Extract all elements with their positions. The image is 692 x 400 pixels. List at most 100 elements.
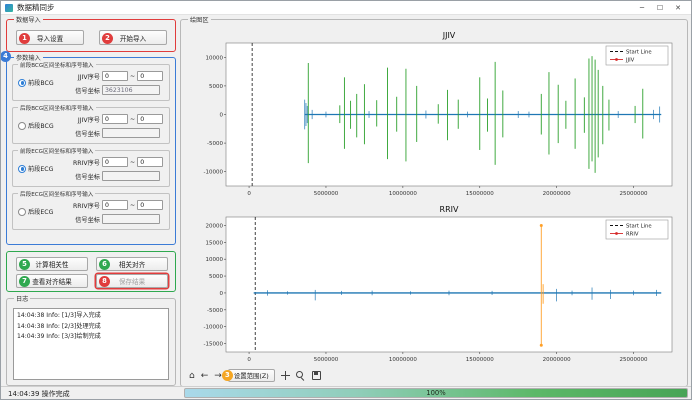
save-figure-icon[interactable] [312, 371, 321, 380]
svg-text:10000: 10000 [206, 257, 224, 263]
svg-text:-5000: -5000 [207, 308, 223, 314]
minimize-button[interactable]: ─ [633, 1, 651, 14]
step-badge-2: 2 [102, 33, 113, 44]
svg-text:0: 0 [247, 357, 251, 363]
section-title: 前段BCG区间坐标和序号输入 [18, 61, 96, 69]
seq-end-input[interactable] [137, 114, 163, 124]
radio-bcg-front[interactable]: 前段BCG [18, 78, 54, 87]
back-icon[interactable]: ← [201, 370, 209, 382]
view-align-result-label: 查看对齐结果 [32, 276, 72, 286]
radio-indicator[interactable] [18, 122, 26, 130]
plot-toolbar: ⌂ ← → 3 设置范围(Z) [189, 368, 321, 383]
log-list[interactable]: 14:04:38 Info: [1/3]导入完成 14:04:38 Info: … [13, 308, 169, 380]
svg-text:25000000: 25000000 [620, 191, 648, 197]
maximize-button[interactable]: ☐ [651, 1, 669, 14]
save-result-button[interactable]: 8 保存结果 [96, 274, 168, 288]
import-settings-button[interactable]: 1 导入设置 [16, 30, 84, 45]
step-badge-8: 8 [99, 276, 110, 287]
log-group-label: 日志 [14, 294, 30, 303]
coord-input[interactable] [102, 214, 160, 224]
radio-bcg-rear[interactable]: 后段BCG [18, 121, 54, 130]
seq-start-input[interactable] [102, 71, 128, 81]
tilde: ~ [130, 116, 135, 123]
jjiv-chart: 0500000010000000150000002000000025000000… [188, 28, 680, 200]
tilde: ~ [130, 202, 135, 209]
svg-text:15000000: 15000000 [466, 357, 494, 363]
radio-ecg-rear[interactable]: 后段ECG [18, 207, 53, 216]
svg-text:5000: 5000 [209, 84, 223, 90]
seq-start-input[interactable] [102, 114, 128, 124]
radio-label: 前段ECG [28, 164, 53, 173]
log-line: 14:04:38 Info: [2/3]处理完成 [17, 322, 165, 333]
plot-area-label: 绘图区 [188, 15, 211, 24]
coord-label: 信号坐标 [69, 86, 100, 95]
seq-end-input[interactable] [137, 200, 163, 210]
radio-indicator[interactable] [18, 79, 26, 87]
svg-text:15000000: 15000000 [466, 191, 494, 197]
radio-indicator[interactable] [18, 208, 26, 216]
log-group: 日志 14:04:38 Info: [1/3]导入完成 14:04:38 Inf… [6, 298, 176, 386]
save-result-label: 保存结果 [119, 276, 145, 286]
window-controls: ─ ☐ ✕ [633, 1, 687, 14]
svg-text:0: 0 [247, 191, 251, 197]
coord-label: 信号坐标 [69, 129, 100, 138]
svg-text:Start Line: Start Line [626, 224, 652, 230]
set-range-button[interactable]: 3 设置范围(Z) [228, 369, 275, 382]
progress-value: 100% [426, 389, 445, 397]
set-range-label: 设置范围(Z) [234, 372, 269, 380]
seq-end-input[interactable] [137, 71, 163, 81]
rriv-chart: 0500000010000000150000002000000025000000… [188, 202, 680, 366]
svg-text:5000000: 5000000 [314, 357, 339, 363]
tilde: ~ [130, 73, 135, 80]
main-area: 数据导入 1 导入设置 2 开始导入 参数输入 4 前段BCG区间坐标和序号输入… [1, 15, 691, 386]
svg-text:-10000: -10000 [204, 170, 224, 176]
step-badge-3: 3 [222, 370, 233, 381]
close-button[interactable]: ✕ [669, 1, 687, 14]
svg-text:JJIV: JJIV [442, 31, 456, 40]
param-rows: JJIV序号 ~ 信号坐标 [69, 112, 163, 140]
title-bar: 数据精同步 ─ ☐ ✕ [1, 1, 691, 15]
coord-input[interactable] [102, 128, 160, 138]
svg-text:Start Line: Start Line [626, 50, 652, 56]
seq-start-input[interactable] [102, 157, 128, 167]
coord-input[interactable] [102, 85, 160, 95]
radio-indicator[interactable] [18, 165, 26, 173]
pan-icon[interactable] [281, 371, 290, 380]
svg-text:RRIV: RRIV [626, 232, 639, 238]
correlation-align-button[interactable]: 6 相关对齐 [96, 257, 168, 271]
radio-ecg-front[interactable]: 前段ECG [18, 164, 53, 173]
svg-text:15000: 15000 [206, 240, 224, 246]
seq-start-input[interactable] [102, 200, 128, 210]
svg-text:25000000: 25000000 [620, 357, 648, 363]
view-align-result-button[interactable]: 7 查看对齐结果 [16, 274, 88, 288]
start-import-button[interactable]: 2 开始导入 [99, 30, 167, 45]
calc-correlation-button[interactable]: 5 计算相关性 [16, 257, 88, 271]
coord-label: 信号坐标 [69, 215, 100, 224]
svg-text:0: 0 [220, 113, 224, 119]
svg-text:5000000: 5000000 [314, 191, 339, 197]
app-window: 数据精同步 ─ ☐ ✕ 数据导入 1 导入设置 2 开始导入 参数输入 4 前段… [0, 0, 692, 400]
start-import-label: 开始导入 [120, 33, 146, 43]
param-section-ecg-rear: 后段ECG区间坐标和序号输入 后段ECG RRIV序号 ~ 信号坐标 [12, 193, 170, 230]
log-line: 14:04:38 Info: [1/3]导入完成 [17, 311, 165, 322]
status-bar: 14:04:39 操作完成 100% [1, 386, 691, 399]
progress-bar: 100% [184, 388, 688, 398]
seq-end-input[interactable] [137, 157, 163, 167]
status-message: 14:04:39 操作完成 [8, 389, 70, 399]
step-badge-4: 4 [0, 51, 11, 62]
svg-text:-10000: -10000 [204, 325, 224, 331]
seq-label: JJIV序号 [69, 72, 100, 81]
svg-text:-15000: -15000 [204, 342, 224, 348]
forward-icon[interactable]: → [214, 370, 222, 382]
radio-label: 前段BCG [28, 78, 54, 87]
import-group-label: 数据导入 [14, 15, 43, 24]
section-title: 后段ECG区间坐标和序号输入 [18, 190, 95, 198]
param-section-bcg-front: 前段BCG区间坐标和序号输入 前段BCG JJIV序号 ~ 信号坐标 [12, 64, 170, 101]
tilde: ~ [130, 159, 135, 166]
zoom-icon[interactable] [296, 371, 306, 381]
svg-text:20000000: 20000000 [543, 357, 571, 363]
coord-input[interactable] [102, 171, 160, 181]
log-line: 14:04:39 Info: [3/3]绘制完成 [17, 332, 165, 343]
home-icon[interactable]: ⌂ [189, 370, 195, 382]
radio-label: 后段ECG [28, 207, 53, 216]
